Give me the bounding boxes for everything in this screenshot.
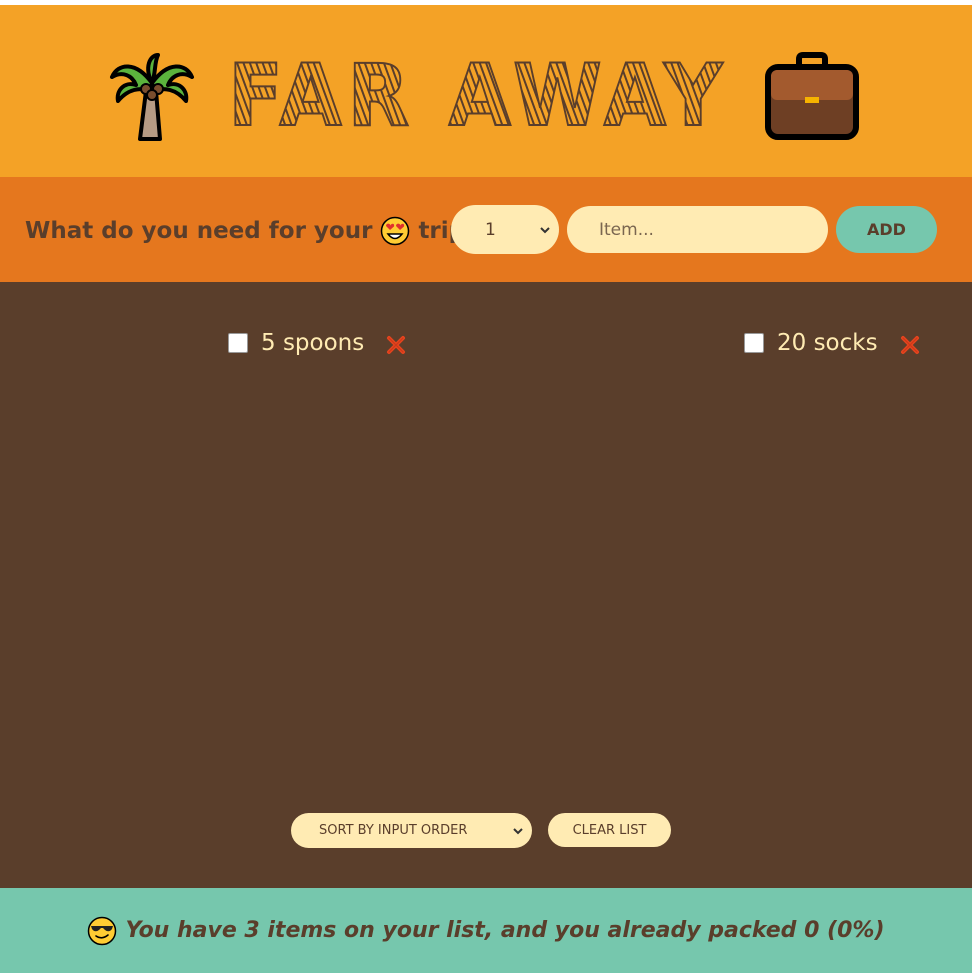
app-header: FAR AWAY (0, 5, 972, 177)
form-question-prefix: What do you need for your (25, 218, 373, 244)
list-item: 5 spoons (228, 326, 406, 360)
add-button[interactable]: ADD (836, 206, 937, 253)
item-packed-checkbox[interactable] (228, 333, 248, 353)
app-title-text: FAR AWAY (228, 53, 728, 133)
briefcase-icon (765, 52, 859, 140)
delete-icon[interactable] (900, 335, 920, 355)
app-title: FAR AWAY (227, 53, 728, 133)
list-item: 20 socks (744, 326, 920, 360)
sort-value: SORT BY INPUT ORDER (319, 823, 468, 838)
item-input[interactable]: Item... (567, 206, 828, 253)
sunglasses-emoji-icon (88, 916, 117, 945)
item-label: 20 socks (777, 330, 878, 356)
stats-text: You have 3 items on your list, and you a… (125, 918, 885, 943)
sort-select[interactable]: SORT BY INPUT ORDER (291, 813, 532, 848)
form-question: What do you need for your trip (25, 214, 465, 248)
delete-icon[interactable] (386, 335, 406, 355)
quantity-select[interactable]: 1 (451, 205, 559, 254)
heart-eyes-emoji-icon (381, 216, 410, 246)
item-label: 5 spoons (261, 330, 365, 356)
clear-list-button[interactable]: CLEAR LIST (548, 813, 671, 847)
item-packed-checkbox[interactable] (744, 333, 764, 353)
stats-footer: You have 3 items on your list, and you a… (0, 888, 972, 973)
chevron-down-icon (540, 226, 550, 233)
palm-tree-icon (110, 53, 194, 141)
chevron-down-icon (513, 827, 523, 834)
quantity-value: 1 (485, 219, 496, 240)
